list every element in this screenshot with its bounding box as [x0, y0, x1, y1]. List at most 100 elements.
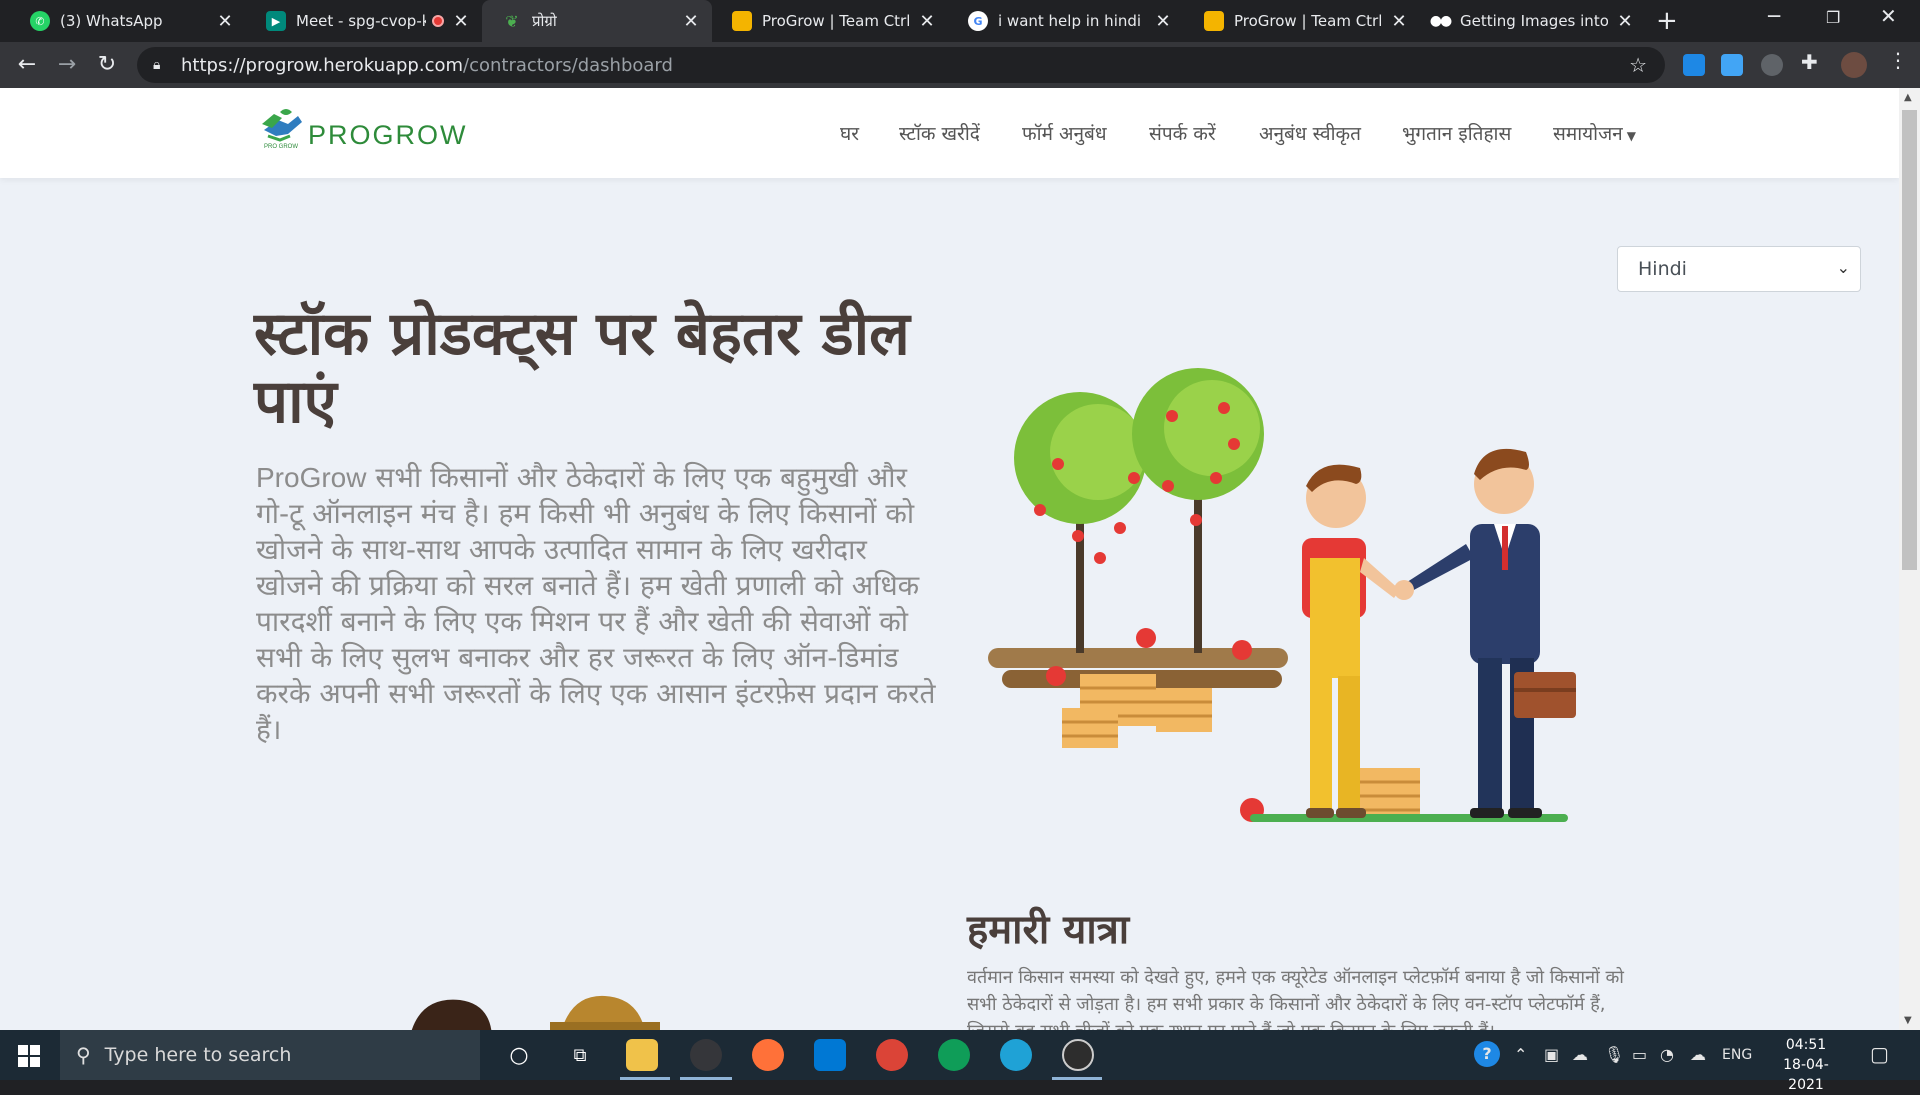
google-slides-icon: [732, 11, 752, 31]
nav-link-contact[interactable]: संपर्क करें: [1149, 120, 1216, 146]
web-page: PRO GROW PROGROW घर स्टॉक खरीदें फॉर्म अ…: [0, 88, 1899, 1030]
edge-icon[interactable]: [1000, 1039, 1032, 1071]
search-icon: ⚲: [76, 1043, 91, 1067]
help-icon[interactable]: ?: [1474, 1041, 1500, 1067]
meet-now-icon[interactable]: ▣: [1544, 1045, 1559, 1064]
scrollbar-thumb[interactable]: [1902, 110, 1917, 570]
window-close-icon[interactable]: ✕: [1880, 4, 1897, 28]
cortana-icon[interactable]: ○: [503, 1039, 535, 1071]
tab-title: Meet - spg-cvop-k: [296, 12, 426, 30]
system-clock[interactable]: 04:51 18-04-2021: [1766, 1035, 1846, 1095]
battery-icon[interactable]: ▭: [1632, 1045, 1647, 1064]
bookmark-star-icon[interactable]: ☆: [1629, 53, 1647, 77]
input-language[interactable]: ENG: [1722, 1047, 1752, 1063]
tab-whatsapp[interactable]: ✆ (3) WhatsApp ✕: [10, 0, 246, 42]
microphone-icon[interactable]: 🎙︎: [1604, 1045, 1624, 1064]
page-scrollbar[interactable]: ▲ ▼: [1899, 88, 1920, 1030]
chevron-down-icon: ⌄: [1836, 258, 1850, 277]
windows-start-icon[interactable]: [18, 1045, 40, 1067]
chrome-profile-icon[interactable]: [690, 1039, 722, 1071]
google-slides-icon: [1204, 11, 1224, 31]
profile-avatar[interactable]: [1841, 52, 1867, 78]
tab-title: ProGrow | Team Ctrl Int: [1234, 12, 1382, 30]
tab-title: Getting Images into M: [1460, 12, 1608, 30]
extension-icon[interactable]: [1761, 54, 1783, 76]
language-selected-value: Hindi: [1638, 258, 1687, 280]
tab-title: (3) WhatsApp: [60, 12, 163, 30]
close-tab-icon[interactable]: ✕: [1154, 11, 1172, 32]
close-tab-icon[interactable]: ✕: [452, 11, 470, 32]
language-select[interactable]: Hindi ⌄: [1617, 246, 1861, 292]
recording-indicator-icon: [432, 15, 444, 27]
onedrive-icon[interactable]: ☁: [1572, 1045, 1588, 1064]
tab-title: प्रोग्रो: [532, 12, 557, 30]
handshake-illustration: [988, 368, 1576, 822]
forward-arrow-icon[interactable]: →: [54, 52, 80, 77]
reload-icon[interactable]: ↻: [94, 52, 120, 77]
search-placeholder: Type here to search: [104, 1044, 292, 1066]
nav-link-payment-history[interactable]: भुगतान इतिहास: [1402, 120, 1511, 146]
close-tab-icon[interactable]: ✕: [918, 11, 936, 32]
address-bar[interactable]: 🔒︎ https://progrow.herokuapp.com/contrac…: [137, 47, 1665, 83]
extensions-puzzle-icon[interactable]: ✚: [1801, 50, 1823, 74]
hero-brand-word: ProGrow: [256, 462, 367, 493]
hero-description-text: सभी किसानों और ठेकेदारों के लिए एक बहुमु…: [256, 461, 936, 746]
obs-icon[interactable]: [1062, 1039, 1094, 1071]
journey-heading: हमारी यात्रा: [967, 907, 1130, 953]
firefox-icon[interactable]: [752, 1039, 784, 1071]
notifications-icon[interactable]: ▢: [1870, 1042, 1889, 1066]
tab-progrow-slides-1[interactable]: ProGrow | Team Ctrl Int ✕: [712, 0, 948, 42]
browser-menu-icon[interactable]: ⋮: [1888, 48, 1910, 72]
clock-time: 04:51: [1785, 1037, 1827, 1053]
browser-tab-strip: ✆ (3) WhatsApp ✕ ▶ Meet - spg-cvop-k ✕ ❦…: [0, 0, 1920, 42]
scroll-down-arrow-icon[interactable]: ▼: [1904, 1015, 1912, 1026]
chrome-profile-n-icon[interactable]: [938, 1039, 970, 1071]
tab-progrow-active[interactable]: ❦ प्रोग्रो ✕: [482, 0, 712, 42]
new-tab-button[interactable]: +: [1656, 6, 1678, 36]
journey-description: वर्तमान किसान समस्या को देखते हुए, हमने …: [967, 967, 1624, 1030]
tab-google-search[interactable]: G i want help in hindi - G ✕: [948, 0, 1184, 42]
cloud-upload-icon[interactable]: ☁: [1690, 1045, 1706, 1064]
scroll-up-arrow-icon[interactable]: ▲: [1904, 92, 1912, 103]
google-meet-icon: ▶: [266, 11, 286, 31]
extension-icon[interactable]: [1683, 54, 1705, 76]
tab-title: i want help in hindi - G: [998, 12, 1146, 30]
taskbar-search-box[interactable]: ⚲ Type here to search: [60, 1030, 480, 1080]
extension-icon[interactable]: [1721, 54, 1743, 76]
caret-down-icon: ▼: [1626, 129, 1636, 143]
close-tab-icon[interactable]: ✕: [1390, 11, 1408, 32]
chrome-icon[interactable]: [876, 1039, 908, 1071]
file-explorer-icon[interactable]: [626, 1039, 658, 1071]
task-view-icon[interactable]: ⧉: [564, 1039, 596, 1071]
nav-dropdown-settings[interactable]: समायोजन ▼: [1553, 120, 1636, 146]
close-tab-icon[interactable]: ✕: [216, 11, 234, 32]
windows-taskbar: ⚲ Type here to search ○ ⧉ ? ⌃ ▣ ☁ 🎙︎ ▭ ◔…: [0, 1030, 1920, 1093]
nav-link-form-contract[interactable]: फॉर्म अनुबंध: [1022, 120, 1107, 146]
progrow-logo[interactable]: PRO GROW PROGROW: [258, 106, 468, 150]
tab-meet[interactable]: ▶ Meet - spg-cvop-k ✕: [246, 0, 482, 42]
clock-date: 18-04-2021: [1783, 1057, 1829, 1093]
nav-link-buy-stock[interactable]: स्टॉक खरीदें: [899, 120, 980, 146]
minimize-icon[interactable]: ─: [1768, 4, 1780, 28]
chevron-up-icon[interactable]: ⌃: [1514, 1045, 1527, 1064]
url-path: /contractors/dashboard: [463, 54, 673, 76]
whatsapp-icon: ✆: [30, 11, 50, 31]
logo-handshake-icon: PRO GROW: [262, 109, 302, 150]
brand-name: PROGROW: [308, 120, 468, 150]
lock-icon: 🔒︎: [153, 57, 161, 73]
close-tab-icon[interactable]: ✕: [1616, 11, 1634, 32]
vscode-icon[interactable]: [814, 1039, 846, 1071]
restore-icon[interactable]: ❐: [1826, 8, 1840, 27]
browser-toolbar: ← → ↻ 🔒︎ https://progrow.herokuapp.com/c…: [0, 42, 1920, 88]
settings-label: समायोजन: [1553, 123, 1623, 145]
back-arrow-icon[interactable]: ←: [14, 52, 40, 77]
nav-link-home[interactable]: घर: [840, 120, 859, 146]
url-host: https://progrow.herokuapp.com: [181, 54, 464, 76]
tab-medium[interactable]: ●● Getting Images into M ✕: [1410, 0, 1646, 42]
medium-icon: ●●: [1429, 13, 1452, 29]
progrow-leaf-icon: ❦: [505, 11, 519, 31]
nav-link-contracts-accepted[interactable]: अनुबंध स्वीकृत: [1259, 120, 1361, 146]
tab-progrow-slides-2[interactable]: ProGrow | Team Ctrl Int ✕: [1184, 0, 1420, 42]
wifi-icon[interactable]: ◔: [1660, 1045, 1674, 1064]
close-tab-icon[interactable]: ✕: [682, 11, 700, 32]
